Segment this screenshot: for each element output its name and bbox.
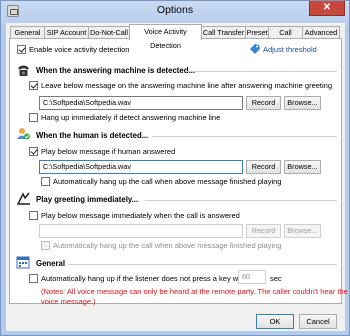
enable-vad-checkbox[interactable] xyxy=(17,45,26,54)
close-button[interactable]: ✕ xyxy=(309,1,345,16)
adjust-threshold-icon xyxy=(250,44,260,54)
human-auto-hangup-checkbox[interactable] xyxy=(41,177,50,186)
title-bar: Options ✕ xyxy=(1,1,349,21)
greeting-auto-hangup-label: Automatically hang up the call when abov… xyxy=(53,241,282,250)
human-message-file-input[interactable]: C:\Softpedia\Softpedia.wav xyxy=(39,160,243,174)
client-area: General SIP Account Do-Not-Call Voice Ac… xyxy=(6,23,348,331)
hangup-machine-label: Hang up immediately if detect answering … xyxy=(41,113,221,122)
tab-strip: General SIP Account Do-Not-Call Voice Ac… xyxy=(6,24,345,50)
listener-timeout-seconds-input[interactable]: 60 xyxy=(238,270,266,284)
greeting-icon xyxy=(17,192,30,205)
greeting-section-title: Play greeting immediately... xyxy=(36,195,139,204)
machine-section-divider xyxy=(187,71,337,72)
play-human-label: Play below message if human answered xyxy=(41,147,176,156)
cancel-button[interactable]: Cancel xyxy=(299,314,337,329)
greeting-section-divider xyxy=(145,200,337,201)
greeting-browse-button[interactable]: Browse... xyxy=(284,224,321,238)
general-section-divider xyxy=(68,264,337,265)
window-title: Options xyxy=(156,4,194,16)
enable-vad-label: Enable voice activity detection xyxy=(29,45,130,54)
greeting-record-button[interactable]: Record xyxy=(246,224,281,238)
general-section-title: General xyxy=(36,259,66,268)
voice-message-note: (Notes: All voice message can only be he… xyxy=(41,287,348,306)
vad-panel: Enable voice activity detection Adjust t… xyxy=(9,38,348,306)
human-section-divider xyxy=(152,136,337,137)
play-human-checkbox[interactable] xyxy=(29,147,38,156)
greeting-auto-hangup-checkbox[interactable] xyxy=(41,241,50,250)
seconds-unit-label: sec xyxy=(270,274,282,283)
telephone-icon xyxy=(18,65,29,76)
greeting-message-file-input[interactable] xyxy=(39,224,243,238)
machine-browse-button[interactable]: Browse... xyxy=(284,96,321,110)
calendar-icon xyxy=(16,256,30,269)
human-auto-hangup-label: Automatically hang up the call when abov… xyxy=(53,177,282,186)
human-browse-button[interactable]: Browse... xyxy=(284,160,321,174)
options-window: Options ✕ General SIP Account Do-Not-Cal… xyxy=(0,0,350,336)
adjust-threshold-link[interactable]: Adjust threshold xyxy=(263,45,317,54)
leave-message-label: Leave below message on the answering mac… xyxy=(41,81,333,90)
machine-message-file-input[interactable]: C:\Softpedia\Softpedia.wav xyxy=(39,96,243,110)
tab-voice-activity-detection[interactable]: Voice Activity Detection xyxy=(129,24,202,50)
machine-record-button[interactable]: Record xyxy=(246,96,281,110)
listener-timeout-label: Automatically hang up if the listener do… xyxy=(41,274,252,283)
leave-message-checkbox[interactable] xyxy=(29,81,38,90)
hangup-machine-checkbox[interactable] xyxy=(29,113,38,122)
listener-timeout-checkbox[interactable] xyxy=(29,274,38,283)
play-greeting-label: Play below message immediately when the … xyxy=(41,211,240,220)
human-record-button[interactable]: Record xyxy=(246,160,281,174)
ok-button[interactable]: OK xyxy=(256,314,294,329)
human-icon xyxy=(17,128,30,140)
play-greeting-checkbox[interactable] xyxy=(29,211,38,220)
human-section-title: When the human is detected... xyxy=(36,131,149,140)
machine-section-title: When the answering machine is detected..… xyxy=(36,66,196,75)
